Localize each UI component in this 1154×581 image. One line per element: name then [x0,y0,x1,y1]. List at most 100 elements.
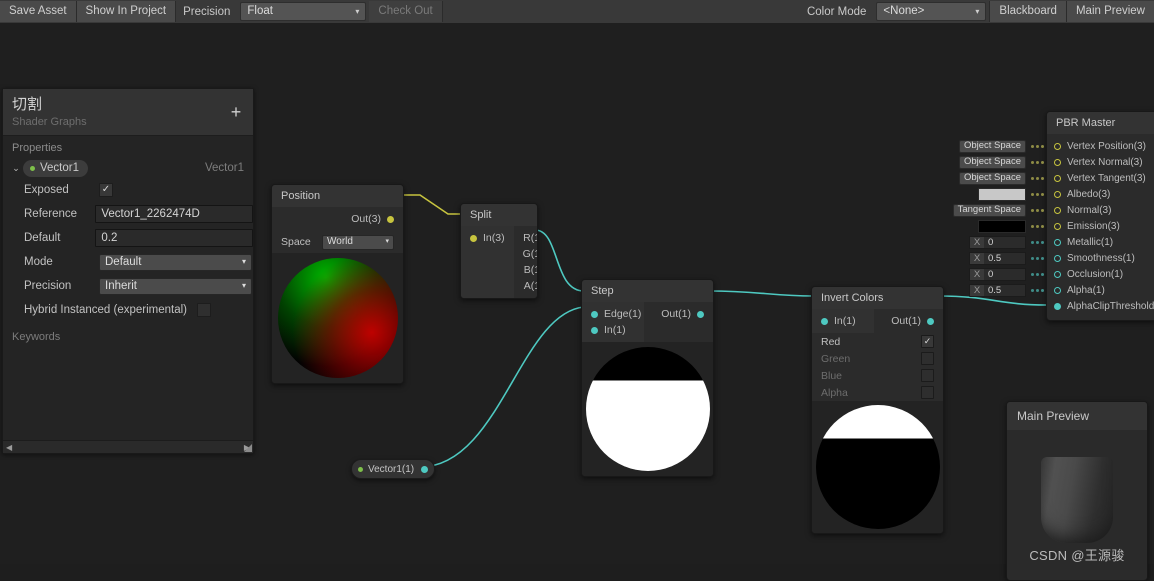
chevron-down-icon[interactable]: ⌄ [9,163,23,174]
node-position[interactable]: Position Out(3) Space World ▾ [271,184,404,384]
exposed-checkbox[interactable]: ✓ [99,183,113,197]
channel-blue-checkbox[interactable] [921,369,934,382]
mode-dropdown[interactable]: Default ▾ [99,253,252,271]
node-vector1-property[interactable]: Vector1(1) [351,459,436,479]
port-dot-icon[interactable] [470,234,477,242]
port-dot-icon[interactable] [421,465,429,473]
pbr-slot-control-metallic[interactable]: X 0 [969,234,1047,250]
pbr-slot-albedo[interactable]: Albedo(3) [978,186,1154,202]
node-pbr-master[interactable]: PBR Master Object Space Vertex Position(… [952,111,1154,321]
port-step-in[interactable]: In(1) [582,322,644,338]
precision-dropdown[interactable]: Float ▾ [240,2,367,21]
normal-space-dropdown[interactable]: Tangent Space [952,203,1026,217]
pbr-slot-alpha[interactable]: X 0.5 Alpha(1) [969,282,1154,298]
vertex-position-space-dropdown[interactable]: Object Space [958,139,1026,153]
port-dot-icon[interactable] [1054,222,1061,230]
color-mode-dropdown[interactable]: <None> ▾ [876,2,987,21]
add-property-button[interactable]: + [228,103,244,121]
occlusion-number-field[interactable]: X 0 [969,267,1026,281]
port-dot-icon[interactable] [1054,158,1061,166]
channel-red-checkbox[interactable]: ✓ [921,335,934,348]
pbr-slot-vertex-tangent[interactable]: Object Space Vertex Tangent(3) [958,170,1154,186]
channel-green-checkbox[interactable] [921,352,934,365]
port-split-r[interactable]: R(1) [514,230,537,246]
port-dot-icon[interactable] [1054,190,1061,198]
resize-grip-icon[interactable] [244,444,252,452]
property-pill[interactable]: Vector1 [23,159,88,177]
vertex-tangent-space-dropdown[interactable]: Object Space [958,171,1026,185]
save-asset-button[interactable]: Save Asset [0,1,77,22]
pbr-slot-control-vertex-normal[interactable]: Object Space [958,154,1047,170]
vertex-normal-space-dropdown[interactable]: Object Space [958,155,1026,169]
pbr-slot-control-smoothness[interactable]: X 0.5 [969,250,1047,266]
main-preview-body[interactable]: CSDN @王源骏 [1007,430,1147,570]
port-split-b[interactable]: B(1) [514,262,537,278]
port-split-a[interactable]: A(1) [514,278,537,294]
port-step-out[interactable]: Out(1) [644,306,713,322]
port-dot-icon[interactable] [387,215,394,223]
reference-input[interactable]: Vector1_2262474D [95,205,253,223]
check-out-button[interactable]: Check Out [369,1,443,22]
port-invert-out[interactable]: Out(1) [874,313,943,329]
port-dot-icon[interactable] [591,326,598,334]
precision-label: Precision [24,280,72,292]
pbr-slot-control-vertex-position[interactable]: Object Space [958,138,1047,154]
blackboard-toggle-button[interactable]: Blackboard [989,1,1066,22]
port-invert-in[interactable]: In(1) [812,313,874,329]
port-dot-icon[interactable] [1054,302,1061,310]
hybrid-instanced-checkbox[interactable] [197,303,211,317]
pbr-slot-control-normal[interactable]: Tangent Space [952,202,1047,218]
graph-canvas[interactable]: 切割 Shader Graphs + Properties ⌄ Vector1 … [0,23,1154,581]
pbr-slot-control-emission[interactable] [978,218,1047,234]
pbr-slot-control-alpha[interactable]: X 0.5 [969,282,1047,298]
smoothness-number-field[interactable]: X 0.5 [969,251,1026,265]
pbr-slot-alpha-clip-threshold[interactable]: AlphaClipThreshold(1) [1047,298,1154,314]
port-dot-icon[interactable] [1054,142,1061,150]
pbr-slot-control-albedo[interactable] [978,186,1047,202]
port-dot-icon[interactable] [1054,286,1061,294]
default-input[interactable]: 0.2 [95,229,253,247]
node-split[interactable]: Split In(3) R(1) G(1) [460,203,538,299]
node-invert-colors[interactable]: Invert Colors In(1) Out(1) Red ✓ Green B… [811,286,944,534]
pbr-slot-metallic[interactable]: X 0 Metallic(1) [969,234,1154,250]
pbr-slot-occlusion[interactable]: X 0 Occlusion(1) [969,266,1154,282]
port-dot-icon[interactable] [821,317,828,325]
port-dot-icon[interactable] [1054,270,1061,278]
channel-alpha-checkbox[interactable] [921,386,934,399]
port-dot-icon[interactable] [697,310,704,318]
port-dot-icon[interactable] [591,310,598,318]
port-dot-icon[interactable] [1054,254,1061,262]
main-preview-panel[interactable]: Main Preview CSDN @王源骏 [1006,401,1148,581]
blackboard-scrollbar[interactable]: ◀ ▶ [3,440,253,453]
alpha-value: 0.5 [988,284,1002,296]
pbr-slot-control-occlusion[interactable]: X 0 [969,266,1047,282]
precision-dropdown[interactable]: Inherit ▾ [99,277,252,295]
port-dot-icon[interactable] [1054,174,1061,182]
port-dot-icon[interactable] [1054,238,1061,246]
property-row-vector1[interactable]: ⌄ Vector1 Vector1 [3,158,253,178]
port-dot-icon[interactable] [927,317,934,325]
albedo-color-swatch[interactable] [978,187,1026,201]
pbr-slot-vertex-normal[interactable]: Object Space Vertex Normal(3) [958,154,1154,170]
metallic-number-field[interactable]: X 0 [969,235,1026,249]
node-pbr-slots: Object Space Vertex Position(3) Object S… [952,134,1154,320]
space-dropdown[interactable]: World ▾ [322,234,394,250]
node-step[interactable]: Step Edge(1) In(1) Out(1) [581,279,714,477]
show-in-project-button[interactable]: Show In Project [76,1,177,22]
port-dot-icon[interactable] [1054,206,1061,214]
emission-color-swatch[interactable] [978,219,1026,233]
port-step-edge[interactable]: Edge(1) [582,306,644,322]
port-split-in[interactable]: In(3) [461,230,514,246]
alpha-number-field[interactable]: X 0.5 [969,283,1026,297]
pbr-slot-smoothness[interactable]: X 0.5 Smoothness(1) [969,250,1154,266]
pbr-slot-control-vertex-tangent[interactable]: Object Space [958,170,1047,186]
node-step-ports: Edge(1) In(1) Out(1) [582,302,713,342]
pbr-slot-normal[interactable]: Tangent Space Normal(3) [952,202,1154,218]
pbr-slot-emission[interactable]: Emission(3) [978,218,1154,234]
scroll-left-arrow-icon[interactable]: ◀ [3,443,15,452]
port-split-g[interactable]: G(1) [514,246,537,262]
port-position-out[interactable]: Out(3) [272,211,403,227]
main-preview-toggle-button[interactable]: Main Preview [1065,1,1154,22]
pbr-slot-vertex-position[interactable]: Object Space Vertex Position(3) [958,138,1154,154]
blackboard-panel[interactable]: 切割 Shader Graphs + Properties ⌄ Vector1 … [2,88,254,454]
